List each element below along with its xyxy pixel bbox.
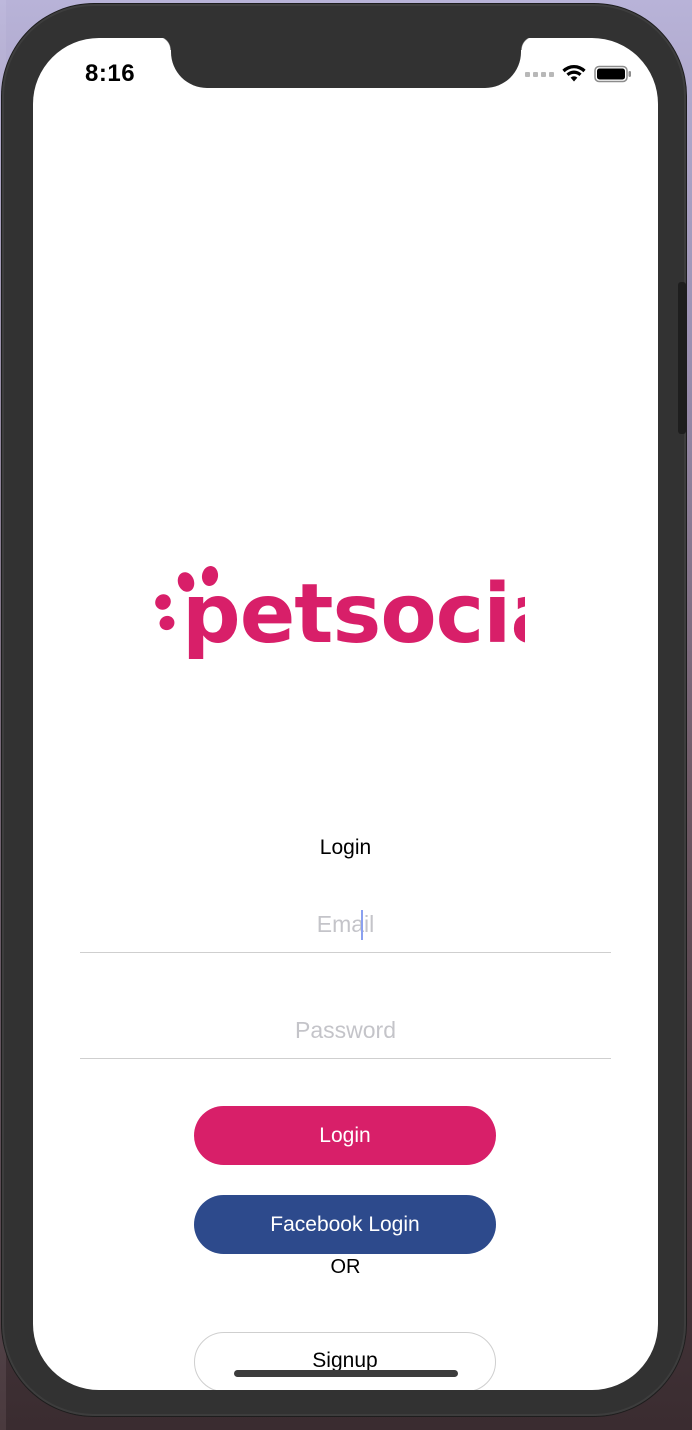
login-button[interactable]: Login: [194, 1106, 496, 1165]
email-field-container: [80, 896, 611, 953]
facebook-login-button[interactable]: Facebook Login: [194, 1195, 496, 1254]
app-screen: 8:16 petsocial: [33, 38, 658, 1390]
login-title: Login: [319, 836, 372, 859]
home-indicator[interactable]: [234, 1370, 458, 1377]
email-field[interactable]: [80, 896, 611, 952]
petsocial-logo: petsocial: [155, 566, 525, 662]
device-notch: [157, 38, 535, 88]
cellular-signal-icon: [525, 71, 554, 77]
status-icons: [525, 65, 632, 83]
password-field[interactable]: [80, 1002, 611, 1058]
password-field-container: [80, 1002, 611, 1059]
wifi-icon: [562, 65, 586, 82]
side-button: [678, 282, 686, 434]
text-cursor: [361, 910, 363, 940]
or-divider-label: OR: [330, 1256, 361, 1278]
device-frame: 8:16 petsocial: [2, 4, 686, 1416]
status-time: 8:16: [85, 60, 136, 87]
battery-icon: [594, 65, 631, 83]
brand-wordmark: petsocial: [182, 567, 525, 662]
signup-button[interactable]: Signup: [194, 1332, 496, 1390]
